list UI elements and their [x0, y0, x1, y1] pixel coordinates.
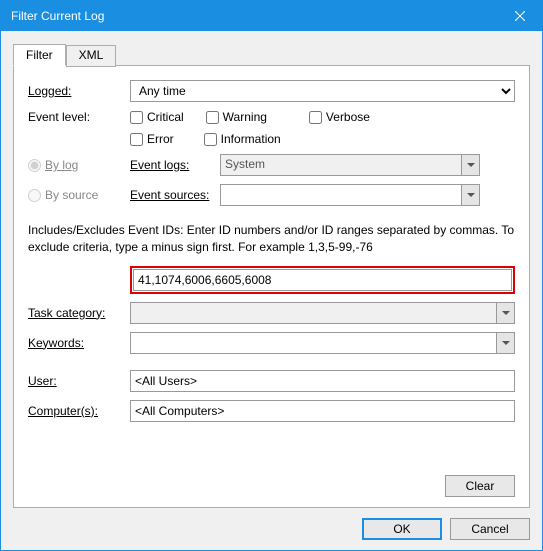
eventsources-dropdown-button[interactable]: [461, 185, 479, 205]
warning-label: Warning: [223, 110, 267, 124]
chevron-down-icon: [467, 163, 475, 167]
bylog-label: By log: [45, 158, 78, 172]
keywords-label: Keywords:: [28, 336, 130, 350]
ok-button[interactable]: OK: [362, 518, 442, 540]
close-button[interactable]: [497, 1, 542, 31]
tab-xml[interactable]: XML: [66, 45, 117, 67]
information-checkbox[interactable]: [204, 133, 217, 146]
dialog-buttons: OK Cancel: [13, 508, 530, 540]
dialog-window: Filter Current Log Filter XML Logged: An…: [0, 0, 543, 551]
user-input[interactable]: [130, 370, 515, 392]
tab-strip: Filter XML: [13, 43, 530, 65]
titlebar: Filter Current Log: [1, 1, 542, 31]
eventids-description: Includes/Excludes Event IDs: Enter ID nu…: [28, 222, 515, 256]
eventids-highlight: [130, 266, 515, 294]
keywords-dropdown-button[interactable]: [496, 333, 514, 353]
error-label: Error: [147, 132, 174, 146]
taskcat-dropdown: [130, 302, 515, 324]
eventlogs-value: System: [221, 155, 461, 175]
logged-label: Logged:: [28, 84, 130, 98]
bysource-radio: [28, 189, 41, 202]
chevron-down-icon: [467, 193, 475, 197]
keywords-value: [131, 333, 496, 353]
eventsources-value: [221, 185, 461, 205]
error-checkbox[interactable]: [130, 133, 143, 146]
clear-button[interactable]: Clear: [445, 475, 515, 497]
eventsources-dropdown[interactable]: [220, 184, 480, 206]
eventids-input[interactable]: [133, 269, 512, 291]
taskcat-label: Task category:: [28, 306, 130, 320]
eventlogs-dropdown: System: [220, 154, 480, 176]
bylog-radio: [28, 159, 41, 172]
chevron-down-icon: [502, 341, 510, 345]
content-area: Filter XML Logged: Any time Event level:…: [1, 31, 542, 550]
eventlogs-dropdown-button: [461, 155, 479, 175]
filter-panel: Logged: Any time Event level: Critical W…: [13, 65, 530, 508]
close-icon: [515, 11, 525, 21]
critical-checkbox[interactable]: [130, 111, 143, 124]
tab-filter[interactable]: Filter: [13, 44, 66, 66]
keywords-dropdown[interactable]: [130, 332, 515, 354]
eventlogs-label: Event logs:: [130, 158, 220, 172]
warning-checkbox[interactable]: [206, 111, 219, 124]
critical-label: Critical: [147, 110, 184, 124]
taskcat-value: [131, 303, 496, 323]
window-title: Filter Current Log: [11, 9, 497, 23]
eventlevel-label: Event level:: [28, 110, 130, 124]
logged-select[interactable]: Any time: [130, 80, 515, 102]
verbose-checkbox[interactable]: [309, 111, 322, 124]
computers-label: Computer(s):: [28, 404, 130, 418]
bysource-label: By source: [45, 188, 98, 202]
eventsources-label: Event sources:: [130, 188, 220, 202]
cancel-button[interactable]: Cancel: [450, 518, 530, 540]
computers-input[interactable]: [130, 400, 515, 422]
user-label: User:: [28, 374, 130, 388]
verbose-label: Verbose: [326, 110, 370, 124]
information-label: Information: [221, 132, 281, 146]
tab-container: Filter XML Logged: Any time Event level:…: [13, 43, 530, 508]
chevron-down-icon: [502, 311, 510, 315]
taskcat-dropdown-button: [496, 303, 514, 323]
